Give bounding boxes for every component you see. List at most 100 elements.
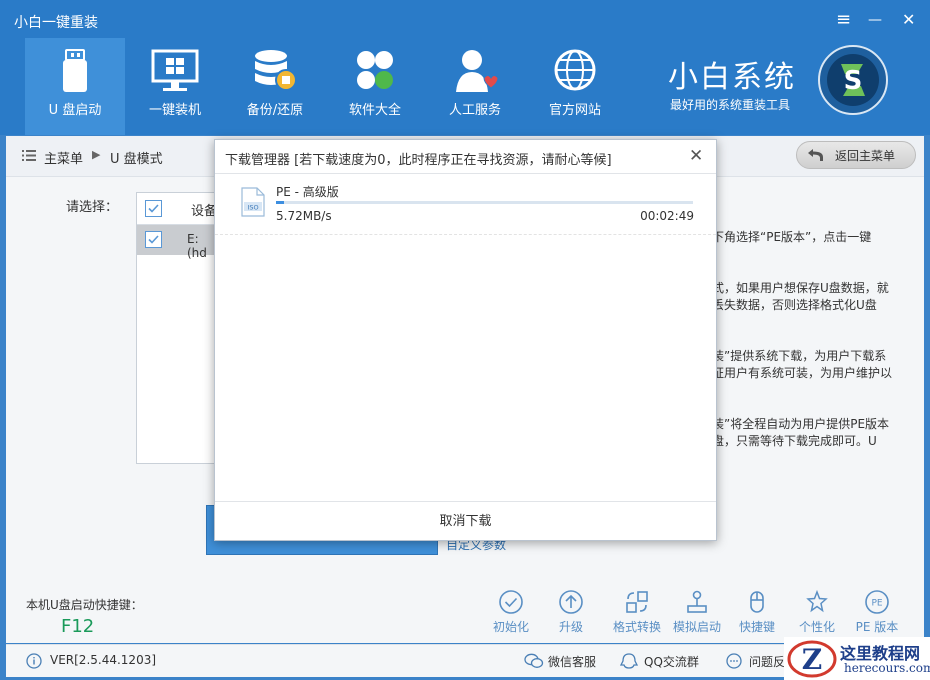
hotkey-value: F12: [61, 616, 95, 637]
check-icon: [148, 235, 159, 244]
tool-label: 模拟启动: [672, 620, 721, 634]
database-backup-icon: [255, 50, 297, 91]
wechat-label: 微信客服: [548, 655, 597, 669]
device-table-header: 设备: [137, 193, 217, 225]
chat-bubble-icon: [726, 653, 742, 669]
description-line: 证用户有系统可装，为用户维护以: [712, 366, 893, 380]
main-nav: U 盘启动 一键装机 备份/还原 软件大全 人工服务 官方网站: [25, 38, 625, 135]
device-checkbox[interactable]: [145, 231, 162, 248]
dialog-footer: 取消下载: [215, 501, 716, 541]
download-item-name: PE - 高级版: [276, 185, 339, 199]
back-to-main-button[interactable]: 返回主菜单: [796, 141, 916, 169]
download-elapsed-time: 00:02:49: [640, 209, 694, 223]
watermark-logo-icon: Z: [787, 640, 837, 678]
divider: [215, 173, 716, 174]
description-line: 丢失数据，否则选择格式化U盘: [712, 298, 877, 312]
nav-item-website[interactable]: 官方网站: [525, 38, 625, 135]
breadcrumb-current: U 盘模式: [110, 152, 163, 167]
nav-item-software[interactable]: 软件大全: [325, 38, 425, 135]
nav-label: 人工服务: [448, 103, 501, 118]
init-button[interactable]: 初始化: [481, 589, 541, 635]
info-icon: [26, 653, 42, 669]
tool-label: 个性化: [798, 620, 835, 634]
nav-item-backup-restore[interactable]: 备份/还原: [225, 38, 325, 135]
feedback-label: 问题反: [749, 655, 786, 669]
brand-name: 小白系统: [668, 60, 796, 95]
svg-text:PE: PE: [871, 599, 882, 609]
usb-drive-icon: [63, 49, 87, 92]
tool-label: 升级: [558, 620, 583, 634]
pe-version-button[interactable]: PE PE 版本: [847, 589, 907, 635]
nav-label: U 盘启动: [48, 103, 102, 118]
nav-item-support[interactable]: 人工服务: [425, 38, 525, 135]
app-window: 小白一键重装 ≡ — ✕ U 盘启动 一键装机 备份/还原 软件大全 人工服务 …: [0, 0, 930, 680]
software-grid-icon: [357, 51, 393, 89]
close-button[interactable]: ✕: [902, 10, 915, 30]
description-line: 式，如果用户想保存U盘数据，就: [712, 281, 889, 295]
format-convert-button[interactable]: 格式转换: [607, 589, 667, 635]
description-line: 装”将全程自动为用户提供PE版本: [712, 417, 890, 431]
version-label: VER[2.5.44.1203]: [50, 653, 157, 667]
tool-label: PE 版本: [855, 620, 899, 634]
description-line: 装”提供系统下载，为用户下载系: [712, 349, 887, 363]
svg-text:S: S: [844, 66, 863, 96]
download-speed: 5.72MB/s: [276, 209, 332, 223]
divider: [215, 234, 716, 235]
download-progress-fill: [276, 201, 285, 204]
check-icon: [148, 204, 159, 213]
dialog-close-button[interactable]: ✕: [689, 147, 703, 165]
description-line: 下角选择“PE版本”，点击一键: [712, 230, 872, 244]
nav-label: 官方网站: [548, 103, 601, 118]
download-manager-dialog: 下载管理器 [若下载速度为0，此时程序正在寻找资源，请耐心等候] ✕ ISO P…: [214, 139, 717, 541]
download-progress-bar: [276, 201, 693, 204]
breadcrumb-root[interactable]: 主菜单: [44, 148, 83, 167]
table-row[interactable]: E:(hd: [137, 225, 217, 260]
minimize-button[interactable]: —: [868, 10, 882, 30]
iso-file-icon: ISO: [241, 187, 265, 217]
select-all-checkbox[interactable]: [145, 200, 162, 217]
back-button-label: 返回主菜单: [835, 149, 896, 163]
header: 小白一键重装 ≡ — ✕ U 盘启动 一键装机 备份/还原 软件大全 人工服务 …: [0, 0, 930, 135]
cancel-download-button[interactable]: 取消下载: [215, 502, 716, 541]
hotkeys-button[interactable]: 快捷键: [727, 589, 787, 635]
check-circle-icon: [499, 590, 523, 614]
nav-label: 软件大全: [348, 103, 401, 118]
star-settings-icon: [806, 589, 828, 613]
back-arrow-icon: [808, 149, 823, 161]
personalize-button[interactable]: 个性化: [787, 589, 847, 635]
watermark-logo-letter: Z: [802, 643, 822, 676]
upgrade-button[interactable]: 升级: [541, 589, 601, 635]
choose-label: 请选择：: [66, 200, 119, 215]
monitor-windows-icon: [151, 49, 199, 91]
globe-icon: [554, 49, 596, 91]
tool-label: 初始化: [492, 620, 529, 634]
dialog-title: 下载管理器 [若下载速度为0，此时程序正在寻找资源，请耐心等候]: [225, 153, 612, 168]
nav-item-one-click-install[interactable]: 一键装机: [125, 38, 225, 135]
joystick-icon: [687, 590, 707, 613]
wechat-icon: [524, 653, 544, 668]
nav-item-usb-boot[interactable]: U 盘启动: [25, 38, 125, 135]
qq-icon: [620, 653, 638, 669]
device-name: E:(hd: [187, 232, 207, 260]
menu-icon[interactable]: ≡: [836, 10, 851, 30]
mouse-icon: [750, 591, 764, 613]
convert-icon: [626, 591, 648, 613]
list-menu-icon: [22, 150, 36, 161]
arrow-up-circle-icon: [559, 590, 583, 614]
nav-label: 一键装机: [148, 103, 201, 118]
device-table: 设备 E:(hd: [136, 192, 218, 464]
person-heart-icon: [456, 50, 499, 92]
tool-label: 快捷键: [738, 620, 775, 634]
brand-logo-icon: S: [818, 45, 888, 115]
nav-label: 备份/还原: [246, 103, 304, 118]
simulate-boot-button[interactable]: 模拟启动: [667, 589, 727, 635]
file-type-label: ISO: [247, 204, 258, 212]
tool-label: 格式转换: [612, 620, 661, 634]
pe-badge-icon: PE: [865, 590, 889, 614]
description-line: 盘，只需等待下载完成即可。U: [712, 434, 877, 448]
brand-tagline: 最好用的系统重装工具: [670, 98, 791, 112]
hotkey-label: 本机U盘启动快捷键：: [26, 598, 143, 612]
watermark: Z 这里教程网 herecours.com: [784, 637, 930, 680]
window-title: 小白一键重装: [14, 15, 98, 31]
qq-label: QQ交流群: [644, 655, 699, 669]
